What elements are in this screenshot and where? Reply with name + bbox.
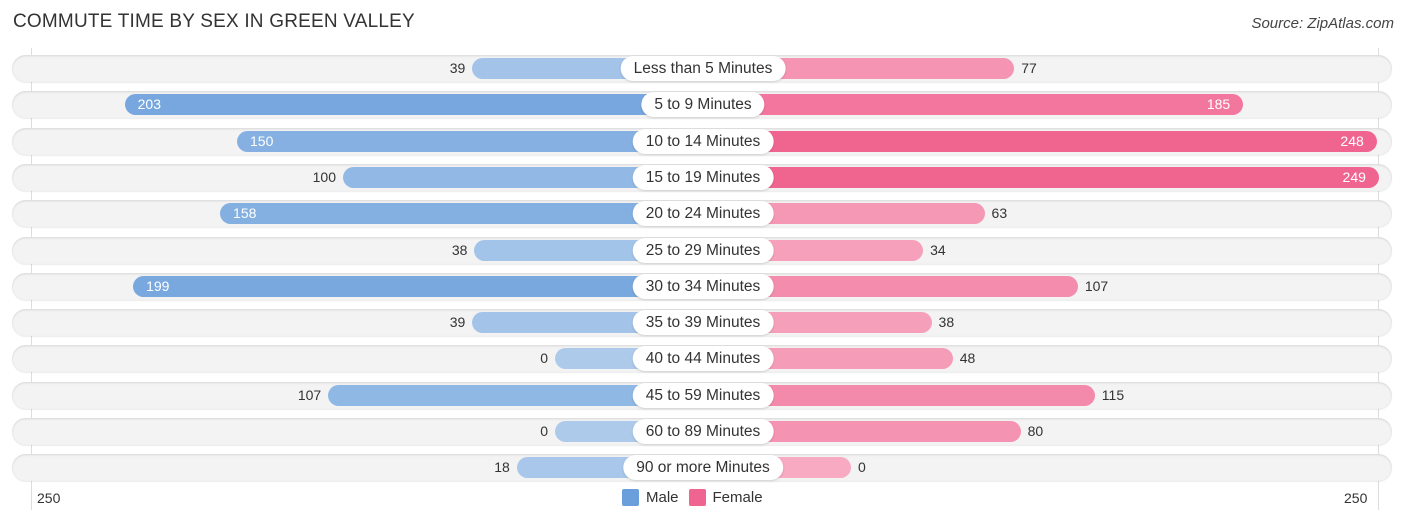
legend-item-male[interactable]: Male (622, 489, 679, 506)
legend-swatch-male (622, 489, 639, 506)
data-label-male: 199 (146, 277, 170, 294)
bar-male[interactable] (124, 94, 703, 116)
category-label: 45 to 59 Minutes (632, 382, 774, 408)
chart-container: COMMUTE TIME BY SEX IN GREEN VALLEY Sour… (0, 0, 1406, 523)
data-label-male: 158 (233, 205, 257, 222)
data-label-female: 0 (858, 459, 866, 476)
chart-source: Source: ZipAtlas.com (1251, 15, 1394, 32)
bar-female[interactable] (703, 94, 1244, 116)
data-label-female: 48 (959, 350, 976, 367)
bar-female[interactable] (703, 166, 1379, 188)
chart-title: COMMUTE TIME BY SEX IN GREEN VALLEY (13, 11, 415, 32)
data-label-male: 0 (540, 350, 548, 367)
data-label-female: 38 (938, 314, 955, 331)
legend-item-female[interactable]: Female (688, 489, 763, 506)
legend: Male Female (622, 489, 773, 506)
data-label-male: 39 (449, 60, 466, 76)
data-label-male: 38 (451, 241, 468, 258)
category-label: 15 to 19 Minutes (632, 164, 774, 190)
data-label-male: 39 (449, 314, 466, 331)
data-label-female: 248 (1340, 132, 1364, 149)
legend-label-male: Male (646, 489, 679, 506)
data-label-male: 150 (250, 132, 274, 149)
data-label-male: 0 (540, 423, 548, 439)
category-label: 5 to 9 Minutes (641, 92, 765, 118)
data-label-male: 203 (137, 96, 161, 113)
category-label: 25 to 29 Minutes (632, 237, 774, 263)
bar-male[interactable] (220, 203, 703, 225)
data-label-female: 115 (1101, 386, 1125, 403)
legend-swatch-female (688, 489, 706, 506)
category-label: Less than 5 Minutes (620, 56, 786, 81)
category-label: 35 to 39 Minutes (632, 310, 774, 336)
data-label-female: 107 (1084, 277, 1109, 294)
axis-tick-right: 250 (1344, 490, 1368, 506)
category-label: 20 to 24 Minutes (632, 201, 774, 227)
data-label-male: 18 (494, 459, 510, 476)
data-label-male: 100 (312, 168, 336, 185)
data-label-female: 80 (1027, 423, 1044, 439)
data-label-female: 185 (1206, 96, 1231, 113)
data-label-female: 249 (1342, 168, 1366, 185)
legend-label-female: Female (712, 489, 763, 506)
data-label-female: 63 (991, 205, 1008, 222)
category-label: 60 to 89 Minutes (632, 419, 774, 444)
category-label: 90 or more Minutes (623, 455, 783, 481)
data-label-male: 107 (297, 386, 322, 403)
data-label-female: 77 (1021, 60, 1037, 76)
category-label: 10 to 14 Minutes (632, 128, 774, 154)
bar-female[interactable] (703, 130, 1377, 152)
category-label: 40 to 44 Minutes (632, 346, 774, 372)
bar-male[interactable] (133, 275, 703, 297)
axis-tick-left: 250 (37, 490, 61, 506)
category-label: 30 to 34 Minutes (632, 273, 774, 299)
data-label-female: 34 (930, 241, 946, 258)
